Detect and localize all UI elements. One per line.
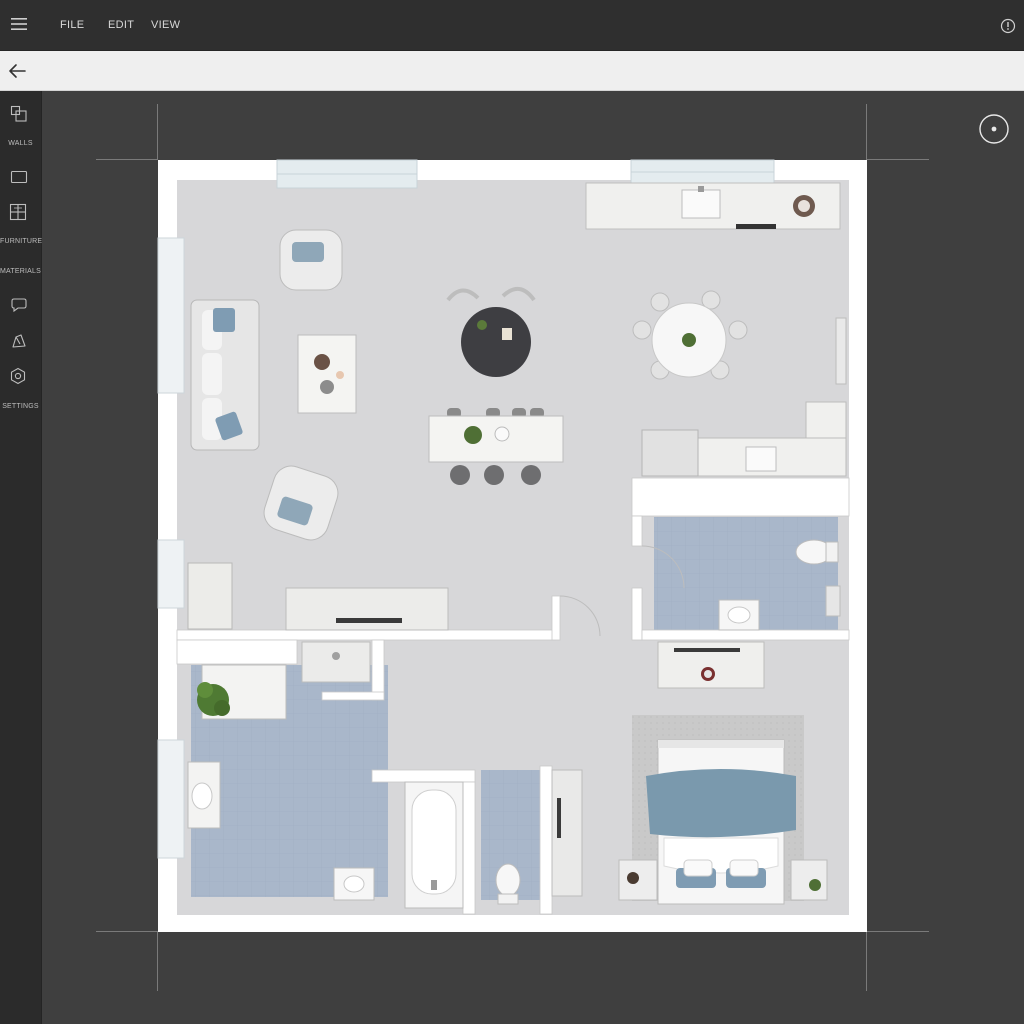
toilet: [495, 863, 521, 905]
bathroom-sink: [187, 761, 221, 829]
laundry-cabinet: [301, 641, 371, 683]
toilet: [795, 539, 839, 565]
rectangle-tool-icon[interactable]: [10, 168, 28, 186]
tool-sidebar: WALLS FURNITURE MATERIALS SETTINGS: [0, 91, 42, 1024]
walls-tool-icon[interactable]: [10, 105, 28, 123]
bathroom-sink: [333, 867, 375, 901]
menu-file[interactable]: FILE: [60, 19, 84, 31]
guide-line: [867, 159, 929, 160]
hamburger-menu-icon[interactable]: [10, 17, 28, 31]
chat-tool-icon[interactable]: [10, 296, 28, 314]
pen-tool-icon[interactable]: [10, 332, 28, 350]
nightstand: [790, 859, 828, 901]
armchair: [279, 229, 343, 291]
guide-line: [96, 159, 158, 160]
guide-line: [157, 104, 158, 160]
window: [157, 237, 185, 394]
guide-line: [96, 931, 158, 932]
tool-label-furniture[interactable]: FURNITURE: [0, 238, 42, 245]
bed: [646, 739, 796, 905]
kitchen-counter: [585, 182, 841, 230]
menu-edit[interactable]: EDIT: [108, 19, 134, 31]
window: [157, 539, 185, 609]
tool-label-settings[interactable]: SETTINGS: [0, 403, 41, 410]
guide-line: [157, 931, 158, 991]
bathroom-sink: [718, 599, 760, 631]
info-icon[interactable]: [1000, 18, 1016, 34]
tool-label-walls[interactable]: WALLS: [0, 140, 41, 147]
window: [276, 159, 418, 189]
tool-label-materials[interactable]: MATERIALS: [0, 268, 41, 275]
guide-line: [866, 104, 867, 160]
menu-bar: FILE EDIT VIEW: [0, 0, 1024, 51]
toolbar: [0, 51, 1024, 91]
settings-tool-icon[interactable]: [9, 367, 27, 385]
towel-rack: [825, 585, 841, 617]
window: [157, 739, 185, 859]
menu-view[interactable]: VIEW: [151, 19, 180, 31]
wardrobe: [551, 769, 583, 897]
arrow-left-icon[interactable]: [7, 62, 27, 80]
sofa: [190, 299, 260, 451]
coffee-table: [297, 334, 357, 414]
nightstand: [618, 859, 658, 901]
console-table: [657, 641, 765, 689]
guide-line: [866, 931, 867, 991]
bathtub: [404, 781, 464, 909]
grid-tool-icon[interactable]: [9, 203, 27, 221]
target-icon[interactable]: [978, 113, 1010, 145]
window: [630, 159, 775, 185]
guide-line: [867, 931, 929, 932]
vanity: [197, 664, 287, 720]
